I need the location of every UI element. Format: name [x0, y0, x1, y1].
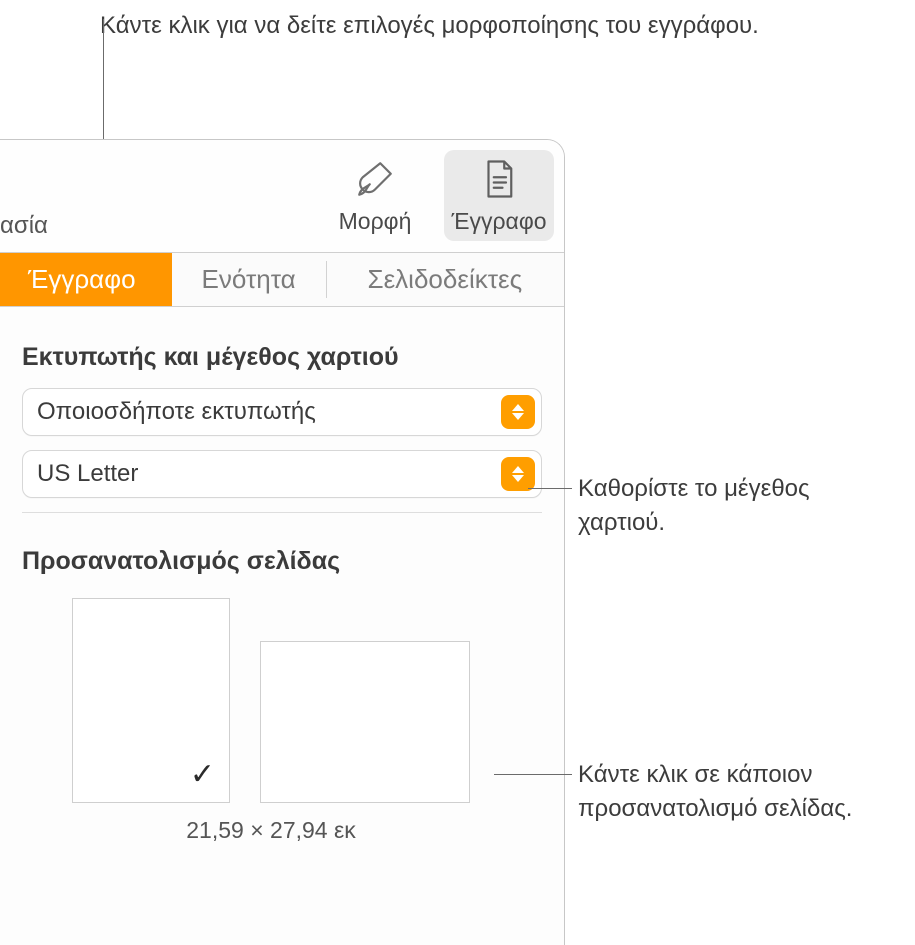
updown-chevrons-icon: [501, 457, 535, 491]
orientation-portrait[interactable]: ✓: [72, 598, 230, 803]
divider: [22, 512, 542, 513]
document-icon: [478, 158, 520, 200]
printer-popup[interactable]: Οποιοσδήποτε εκτυπωτής: [22, 388, 542, 436]
leader-line: [494, 774, 572, 775]
tab-bookmarks[interactable]: Σελιδοδείκτες: [326, 253, 564, 306]
paper-size-value: US Letter: [37, 460, 138, 488]
tab-document[interactable]: Έγγραφο: [0, 253, 172, 306]
inspector-panel: ασία Μορφή Έγγραφο Έγγραφο Ενότητα Σελιδ…: [0, 139, 565, 945]
toolbar: ασία Μορφή Έγγραφο: [0, 140, 564, 253]
orientation-section-title: Προσανατολισμός σελίδας: [22, 547, 542, 576]
leader-line: [528, 488, 572, 489]
page-dimensions: 21,59 × 27,94 εκ: [72, 817, 470, 844]
document-button-label: Έγγραφο: [451, 208, 546, 235]
inspector-content: Εκτυπωτής και μέγεθος χαρτιού Οποιοσδήπο…: [0, 307, 564, 844]
inspector-tabs: Έγγραφο Ενότητα Σελιδοδείκτες: [0, 253, 564, 307]
printer-section-title: Εκτυπωτής και μέγεθος χαρτιού: [22, 343, 542, 372]
checkmark-icon: ✓: [190, 757, 215, 792]
callout-format-options: Κάντε κλικ για να δείτε επιλογές μορφοπο…: [100, 10, 759, 42]
callout-paper-size: Καθορίστε το μέγεθος χαρτιού.: [578, 472, 898, 539]
paper-size-popup[interactable]: US Letter: [22, 450, 542, 498]
format-button[interactable]: Μορφή: [320, 150, 430, 241]
callout-orientation: Κάντε κλικ σε κάποιον προσανατολισμό σελ…: [578, 758, 908, 825]
paintbrush-icon: [354, 158, 396, 200]
printer-popup-value: Οποιοσδήποτε εκτυπωτής: [37, 398, 316, 426]
toolbar-right-group: Μορφή Έγγραφο: [320, 150, 554, 241]
orientation-landscape[interactable]: [260, 641, 470, 803]
orientation-options: ✓: [72, 598, 542, 803]
tab-section[interactable]: Ενότητα: [172, 253, 326, 306]
toolbar-truncated-label: ασία: [0, 212, 48, 240]
format-button-label: Μορφή: [339, 208, 412, 235]
updown-chevrons-icon: [501, 395, 535, 429]
document-button[interactable]: Έγγραφο: [444, 150, 554, 241]
